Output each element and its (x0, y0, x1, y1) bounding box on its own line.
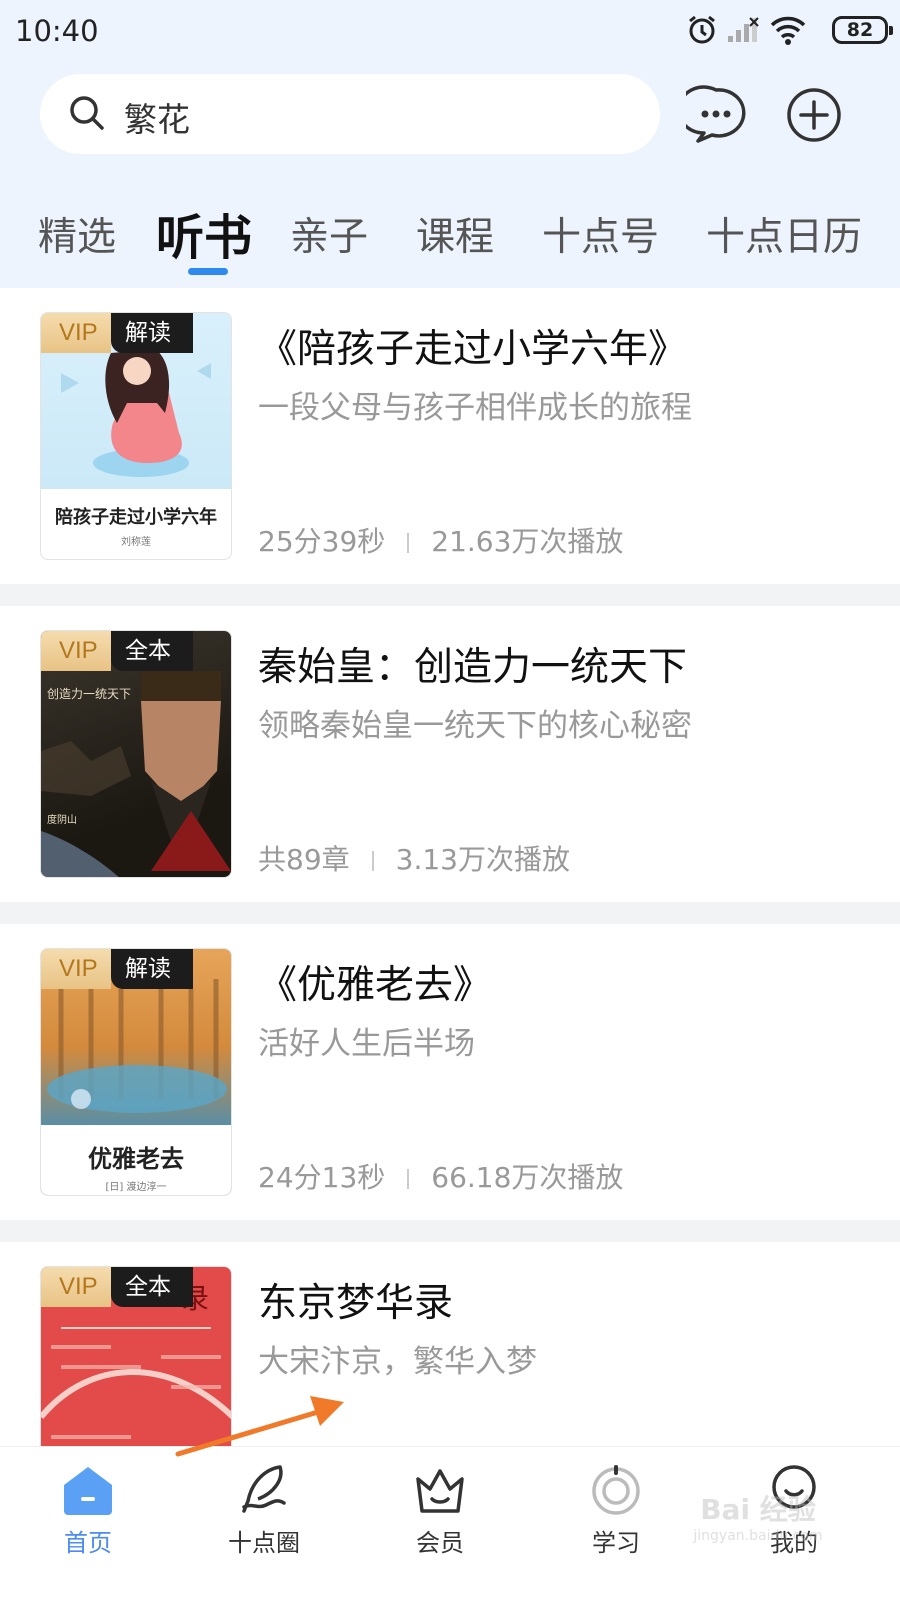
tab-shidianrili[interactable]: 十点日历 (706, 206, 862, 262)
status-bar: 10:40 82 (0, 0, 900, 60)
search-icon (70, 96, 104, 130)
cover-author: 刘称莲 (121, 537, 151, 548)
watermark: Bai 经验 jingyan.baidu.com (678, 1488, 838, 1548)
book-title: 《陪孩子走过小学六年》 (258, 327, 688, 372)
search-bar[interactable]: 繁花 (40, 74, 660, 154)
home-icon (64, 1467, 112, 1515)
tab-tingshu[interactable]: 听书 (156, 198, 252, 268)
battery-indicator: 82 (832, 16, 893, 44)
meta-divider (371, 851, 374, 871)
book-title: 《优雅老去》 (258, 963, 493, 1008)
alarm-icon (689, 15, 715, 44)
book-description: 一段父母与孩子相伴成长的旅程 (258, 390, 692, 426)
status-time: 10:40 (15, 14, 99, 48)
badge-type: 全本 (111, 631, 193, 671)
badge-type: 全本 (111, 1267, 193, 1307)
book-meta: 24分13秒 66.18万次播放 (258, 1156, 623, 1196)
tabbar-study[interactable]: 学习 (556, 1461, 676, 1558)
vip-badge: VIP 解读 (41, 949, 193, 989)
active-tab-indicator (188, 268, 228, 275)
tab-shidianhao[interactable]: 十点号 (542, 206, 659, 262)
message-icon[interactable] (686, 85, 746, 145)
watermark-brand: Bai 经验 (700, 1493, 816, 1526)
book-meta: 25分39秒 21.63万次播放 (258, 520, 623, 560)
book-description: 领略秦始皇一统天下的核心秘密 (258, 708, 692, 744)
book-card[interactable]: 陪孩子走过小学六年 刘称莲 VIP 解读 《陪孩子走过小学六年》 一段父母与孩子… (0, 288, 900, 584)
study-icon (592, 1465, 640, 1515)
vip-badge: VIP 全本 (41, 631, 193, 671)
book-meta: 共89章 3.13万次播放 (258, 838, 570, 878)
book-cover: 陪孩子走过小学六年 刘称莲 VIP 解读 (40, 312, 232, 560)
cover-author: [日] 渡边淳一 (105, 1182, 167, 1193)
vip-label: VIP (41, 313, 111, 353)
cover-caption: 优雅老去 [日] 渡边淳一 (41, 1125, 231, 1195)
tabbar-label: 会员 (416, 1529, 464, 1557)
cover-title: 创造力一统天下 (47, 687, 132, 701)
vip-label: VIP (41, 1267, 111, 1307)
tabbar-shidianquan[interactable]: 十点圈 (204, 1461, 324, 1558)
tab-kecheng[interactable]: 课程 (416, 206, 494, 262)
book-title: 秦始皇：创造力一统天下 (258, 645, 688, 690)
meta-divider (407, 533, 410, 553)
book-card[interactable]: 优雅老去 [日] 渡边淳一 VIP 解读 《优雅老去》 活好人生后半场 24分1… (0, 924, 900, 1220)
search-query: 繁花 (124, 100, 190, 139)
badge-type: 解读 (111, 313, 193, 353)
tabbar-label: 首页 (64, 1529, 112, 1557)
tab-qinzi[interactable]: 亲子 (290, 206, 368, 262)
book-title: 东京梦华录 (258, 1281, 454, 1326)
feather-icon (242, 1465, 286, 1513)
vip-badge: VIP 全本 (41, 1267, 193, 1307)
tabbar-label: 学习 (592, 1529, 640, 1557)
book-description: 大宋汴京，繁华入梦 (258, 1344, 537, 1380)
vip-label: VIP (41, 631, 111, 671)
add-icon[interactable] (784, 85, 844, 145)
book-plays: 3.13万次播放 (395, 843, 570, 876)
cover-title: 陪孩子走过小学六年 (55, 507, 217, 528)
book-duration: 25分39秒 (258, 525, 386, 558)
book-card[interactable]: 录 VIP 全本 东京梦华录 大宋汴京，繁华入梦 (0, 1242, 900, 1456)
book-card[interactable]: 创造力一统天下 度阴山 VIP 全本 秦始皇：创造力一统天下 领略秦始皇一统天下… (0, 606, 900, 902)
category-tabs: 精选 听书 亲子 课程 十点号 十点日历 (0, 196, 900, 276)
book-cover: 优雅老去 [日] 渡边淳一 VIP 解读 (40, 948, 232, 1196)
book-description: 活好人生后半场 (258, 1026, 475, 1062)
crown-icon (416, 1469, 464, 1513)
cover-caption: 陪孩子走过小学六年 刘称莲 (41, 489, 231, 559)
header: 10:40 82 繁花 精选 听书 亲子 课程 十点号 十点日历 (0, 0, 900, 292)
book-plays: 66.18万次播放 (431, 1161, 624, 1194)
book-duration: 24分13秒 (258, 1161, 386, 1194)
book-duration: 共89章 (258, 843, 350, 876)
book-cover: 创造力一统天下 度阴山 VIP 全本 (40, 630, 232, 878)
tabbar-member[interactable]: 会员 (380, 1461, 500, 1558)
book-plays: 21.63万次播放 (431, 525, 624, 558)
watermark-url: jingyan.baidu.com (693, 1528, 823, 1544)
wifi-icon (770, 16, 806, 45)
badge-type: 解读 (111, 949, 193, 989)
cover-title: 优雅老去 (88, 1144, 184, 1173)
cover-author: 度阴山 (47, 815, 77, 826)
tabbar-label: 十点圈 (228, 1529, 300, 1557)
meta-divider (407, 1169, 410, 1189)
book-cover: 录 VIP 全本 (40, 1266, 232, 1456)
tab-jingxuan[interactable]: 精选 (38, 206, 116, 262)
vip-badge: VIP 解读 (41, 313, 193, 353)
signal-icon (728, 17, 759, 42)
tabbar-home[interactable]: 首页 (28, 1461, 148, 1558)
vip-label: VIP (41, 949, 111, 989)
